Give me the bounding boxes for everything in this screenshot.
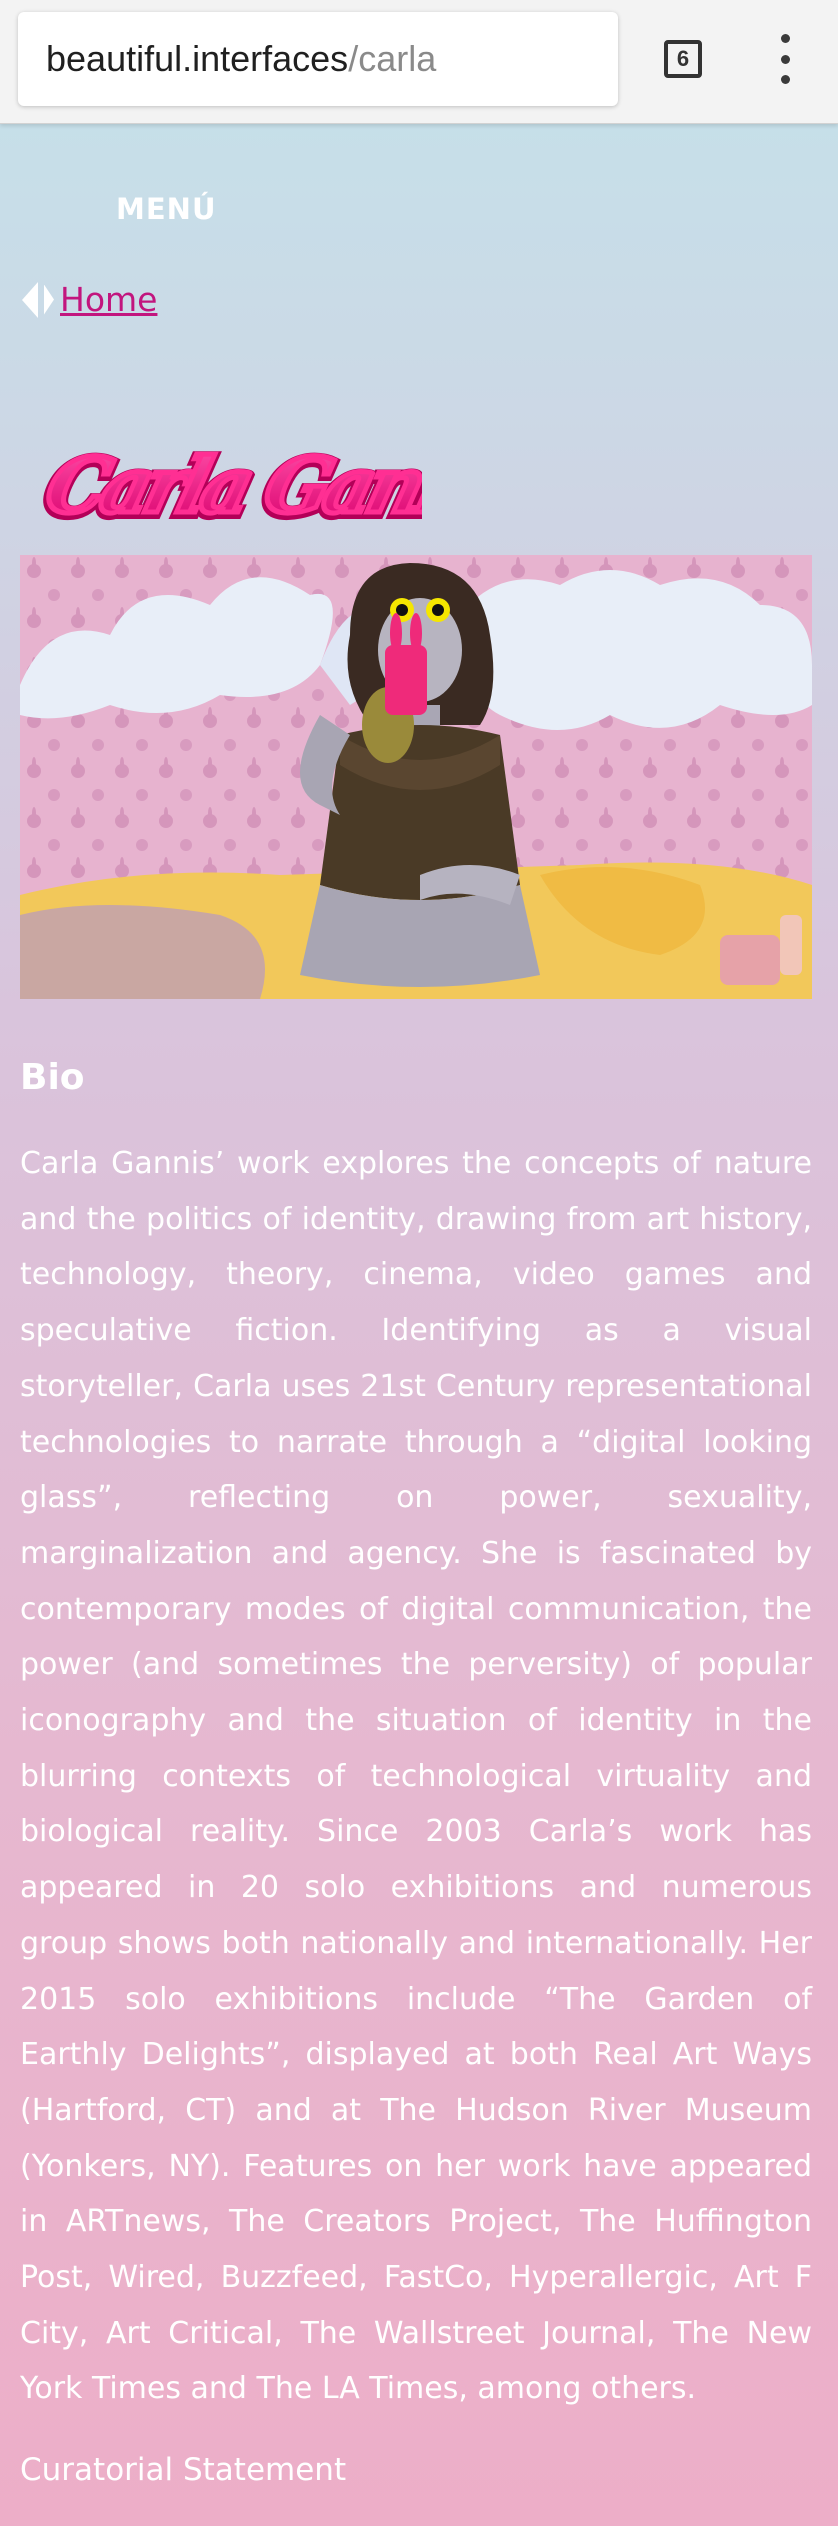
url-host: beautiful.interfaces [46,38,349,79]
svg-text:Carla Gannis: Carla Gannis [42,442,422,531]
tab-count: 6 [676,46,690,71]
hero-image [20,555,812,999]
curatorial-statement-link[interactable]: Curatorial Statement [20,2452,346,2488]
back-arrow-icon [22,281,38,318]
bio-text: Carla Gannis’ work explores the concepts… [20,1146,812,2407]
menu-button[interactable]: MENÚ [116,192,217,226]
back-arrow-tail [44,284,54,315]
kebab-menu-icon[interactable] [770,34,800,84]
breadcrumb: Home [22,280,157,319]
address-bar[interactable]: beautiful.interfaces/carla [18,12,618,106]
tab-switcher-button[interactable]: 6 [664,40,702,78]
browser-toolbar: beautiful.interfaces/carla 6 [0,0,838,124]
bio-heading: Bio [20,1057,85,1098]
url-path: /carla [348,38,437,79]
carla-gannis-logo: Carla Gannis Carla Gannis [42,440,422,540]
home-link[interactable]: Home [60,280,157,319]
